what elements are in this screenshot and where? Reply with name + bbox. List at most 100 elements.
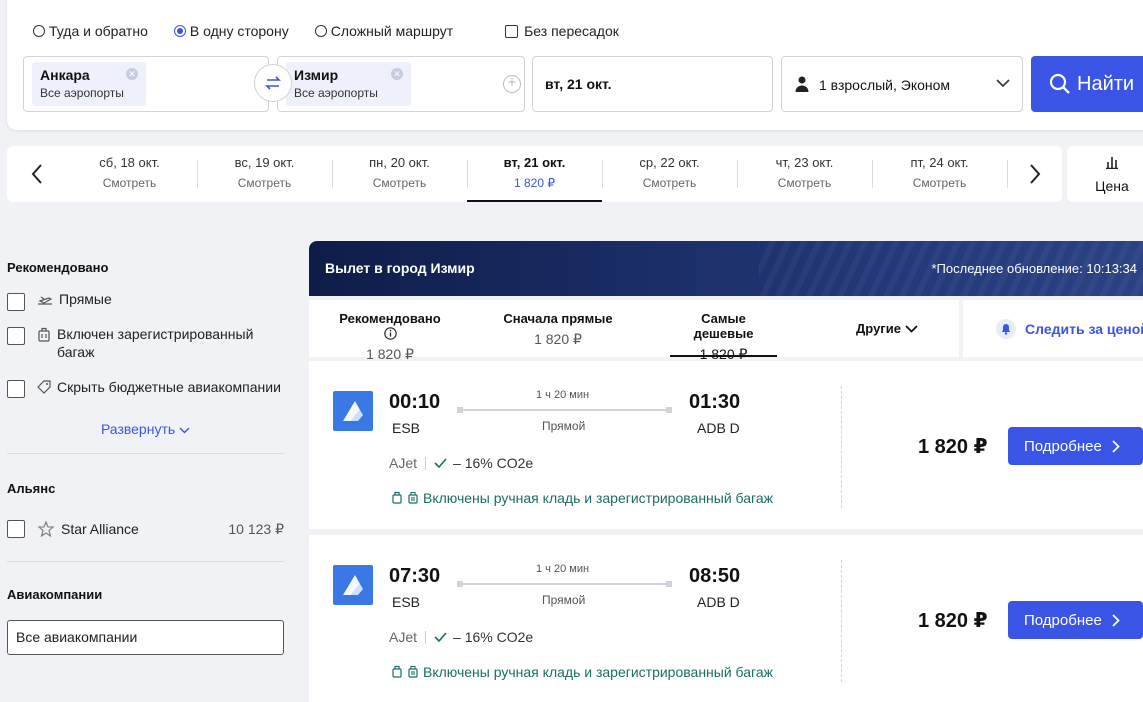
filter-label: Прямые bbox=[59, 291, 112, 307]
sort-price: 1 820 ₽ bbox=[534, 331, 582, 347]
sort-direct-first[interactable]: Сначала прямые 1 820 ₽ bbox=[502, 300, 614, 357]
flight-price: 1 820 ₽ bbox=[918, 436, 988, 458]
baggage-info: Включены ручная кладь и зарегистрированн… bbox=[391, 664, 773, 680]
sort-cheapest[interactable]: Самые дешевые 1 820 ₽ bbox=[670, 300, 777, 362]
airline-logo bbox=[333, 391, 373, 431]
departure-time: 00:10 bbox=[389, 391, 441, 413]
divider bbox=[7, 561, 284, 562]
chevron-down-icon bbox=[179, 427, 190, 434]
chevron-right-icon bbox=[1112, 613, 1120, 627]
date-option-day: пт, 24 окт. bbox=[910, 155, 969, 170]
destination-city: Измир bbox=[294, 67, 339, 83]
filter-label: Скрыть бюджетные авиакомпании bbox=[57, 379, 281, 395]
radio-label: Сложный маршрут bbox=[330, 23, 454, 39]
radio-dot bbox=[33, 25, 45, 37]
results-title: Вылет в город Измир bbox=[325, 260, 475, 276]
airline-logo bbox=[333, 565, 373, 605]
origin-city: Анкара bbox=[40, 67, 90, 83]
date-option[interactable]: пт, 24 окт. Смотреть bbox=[872, 146, 1007, 202]
radio-dot bbox=[173, 25, 186, 37]
next-dates-button[interactable] bbox=[1010, 146, 1060, 202]
filter-star-alliance[interactable]: Star Alliance 10 123 ₽ bbox=[7, 520, 284, 538]
radio-label: Туда и обратно bbox=[49, 23, 148, 39]
date-option-price: Смотреть bbox=[777, 176, 832, 190]
arrival-time: 08:50 bbox=[689, 565, 741, 587]
filter-direct[interactable]: Прямые bbox=[7, 291, 284, 311]
divider bbox=[841, 560, 842, 682]
search-button[interactable]: Найти bbox=[1031, 56, 1143, 112]
radio-round-trip[interactable]: Туда и обратно bbox=[33, 23, 148, 39]
swap-button[interactable] bbox=[254, 64, 292, 102]
nonstop-checkbox[interactable]: Без пересадок bbox=[505, 23, 619, 39]
destination-field[interactable]: Измир Все аэропорты ✕ + bbox=[277, 56, 525, 112]
price-alert-label: Следить за ценой bbox=[1025, 320, 1143, 337]
sort-recommended[interactable]: Рекомендовано 1 820 ₽ bbox=[332, 300, 448, 362]
filter-price: 10 123 ₽ bbox=[228, 520, 284, 537]
luggage-icon bbox=[408, 491, 418, 504]
price-tab-label: Цена bbox=[1095, 178, 1129, 194]
sort-label: Рекомендовано bbox=[332, 311, 448, 341]
ajet-logo-icon bbox=[343, 575, 363, 595]
date-option-selected[interactable]: вт, 21 окт. 1 820 ₽ bbox=[467, 146, 602, 202]
departure-airport: ESB bbox=[392, 594, 421, 610]
chevron-down-icon bbox=[905, 324, 918, 333]
expand-label: Развернуть bbox=[100, 421, 176, 437]
filter-section-title: Альянс bbox=[7, 481, 56, 496]
search-button-label: Найти bbox=[1077, 72, 1135, 95]
divider bbox=[7, 453, 284, 454]
date-option[interactable]: пн, 20 окт. Смотреть bbox=[332, 146, 467, 202]
chevron-right-icon bbox=[1112, 439, 1120, 453]
checkbox-box bbox=[7, 327, 25, 345]
origin-field[interactable]: Анкара Все аэропорты ✕ bbox=[23, 56, 269, 112]
date-option[interactable]: вс, 19 окт. Смотреть bbox=[197, 146, 332, 202]
clear-destination-icon[interactable]: ✕ bbox=[391, 68, 403, 80]
flight-card[interactable]: 00:10 ESB 1 ч 20 мин Прямой 01:30 ADB D … bbox=[309, 361, 1143, 529]
all-airlines-label: Все авиакомпании bbox=[16, 629, 138, 645]
date-option[interactable]: сб, 18 окт. Смотреть bbox=[62, 146, 197, 202]
clear-origin-icon[interactable]: ✕ bbox=[126, 68, 138, 80]
date-field[interactable]: вт, 21 окт. bbox=[532, 56, 773, 112]
check-icon bbox=[434, 458, 447, 468]
details-button[interactable]: Подробнее bbox=[1008, 427, 1143, 465]
details-button[interactable]: Подробнее bbox=[1008, 601, 1143, 639]
route-line bbox=[457, 581, 672, 587]
baggage-text: Включены ручная кладь и зарегистрированн… bbox=[423, 664, 773, 680]
all-airlines-input[interactable]: Все авиакомпании bbox=[7, 620, 284, 655]
filter-section-title: Рекомендовано bbox=[7, 260, 109, 275]
radio-one-way[interactable]: В одну сторону bbox=[173, 23, 289, 39]
date-option[interactable]: ср, 22 окт. Смотреть bbox=[602, 146, 737, 202]
destination-airports: Все аэропорты bbox=[294, 86, 378, 100]
expand-filters-link[interactable]: Развернуть bbox=[7, 421, 284, 437]
arrival-airport: ADB D bbox=[697, 420, 740, 436]
person-icon bbox=[795, 76, 809, 92]
date-option[interactable]: чт, 23 окт. Смотреть bbox=[737, 146, 872, 202]
search-icon bbox=[1049, 73, 1070, 94]
luggage-icon bbox=[408, 665, 418, 678]
stops-info: Прямой bbox=[542, 593, 586, 607]
departure-airport: ESB bbox=[392, 420, 421, 436]
passengers-field[interactable]: 1 взрослый, Эконом bbox=[781, 56, 1023, 112]
date-option-day: ср, 22 окт. bbox=[639, 155, 700, 170]
add-destination-icon[interactable]: + bbox=[503, 75, 521, 93]
info-icon[interactable] bbox=[383, 327, 397, 340]
price-graph-tab[interactable]: Цена bbox=[1067, 146, 1143, 202]
trip-type-selector: Туда и обратно В одну сторону Сложный ма… bbox=[33, 23, 619, 39]
filters-sidebar: Рекомендовано Прямые Включен зарегистрир… bbox=[7, 260, 284, 655]
details-button-label: Подробнее bbox=[1024, 611, 1102, 629]
airline-info: AJet – 16% CO2e bbox=[389, 455, 533, 471]
filter-section-title: Авиакомпании bbox=[7, 587, 103, 602]
prev-dates-button[interactable] bbox=[12, 146, 62, 202]
filter-checked-baggage[interactable]: Включен зарегистрированный багаж bbox=[7, 325, 284, 361]
flight-duration: 1 ч 20 мин bbox=[536, 389, 590, 401]
bell-icon bbox=[996, 318, 1016, 339]
filter-hide-budget[interactable]: Скрыть бюджетные авиакомпании bbox=[7, 378, 284, 398]
carry-on-icon bbox=[392, 491, 402, 504]
date-option-price: Смотреть bbox=[372, 176, 427, 190]
radio-multi-city[interactable]: Сложный маршрут bbox=[314, 23, 454, 39]
date-option-price: Смотреть bbox=[912, 176, 967, 190]
sort-other-dropdown[interactable]: Другие bbox=[847, 300, 927, 357]
baggage-info: Включены ручная кладь и зарегистрированн… bbox=[391, 490, 773, 506]
flight-card[interactable]: 07:30 ESB 1 ч 20 мин Прямой 08:50 ADB D … bbox=[309, 535, 1143, 702]
radio-label: В одну сторону bbox=[189, 23, 289, 39]
price-alert-button[interactable]: Следить за ценой bbox=[963, 300, 1143, 357]
